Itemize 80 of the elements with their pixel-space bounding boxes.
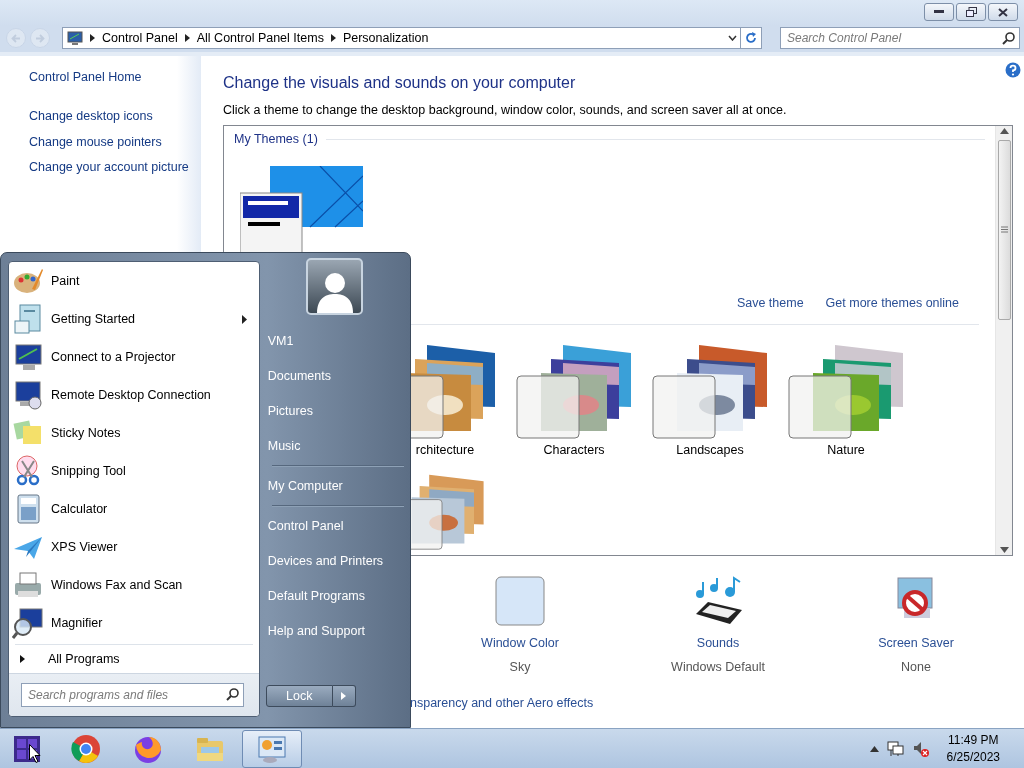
monitor-icon	[12, 341, 44, 373]
setting-link[interactable]: Screen Saver	[878, 633, 954, 653]
program-item[interactable]: Calculator	[9, 490, 259, 528]
theme-name[interactable]: Nature	[827, 441, 865, 460]
minimize-button[interactable]	[924, 3, 954, 21]
start-menu-link[interactable]: My Computer	[259, 469, 410, 504]
search-field[interactable]: Search programs and files	[21, 683, 244, 707]
start-menu-link[interactable]: Control Panel	[259, 509, 410, 544]
left-arrow-icon	[11, 33, 21, 43]
sidebar-link[interactable]: Change your account picture	[29, 158, 201, 177]
breadcrumb[interactable]: Personalization	[342, 28, 429, 48]
sidebar-link[interactable]: Control Panel Home	[29, 68, 201, 87]
scroll-down-icon[interactable]	[999, 546, 1009, 553]
close-icon	[998, 7, 1008, 17]
chevron-icon	[184, 34, 190, 42]
program-item[interactable]: XPS Viewer	[9, 528, 259, 566]
search-icon	[1002, 32, 1015, 45]
chevron-icon	[90, 34, 95, 42]
grip-icon	[1000, 226, 1008, 234]
sidebar-link[interactable]: Change mouse pointers	[29, 132, 201, 152]
search-field[interactable]: Search Control Panel	[780, 27, 1020, 49]
monitor-icon	[12, 379, 44, 411]
program-item[interactable]: Connect to a Projector	[9, 338, 259, 376]
group-title: My Themes (1)	[234, 130, 318, 148]
expand-arrow-icon	[20, 655, 25, 663]
all-programs-item[interactable]: All Programs	[9, 645, 259, 673]
shutdown-options-button[interactable]	[332, 685, 356, 707]
program-item[interactable]: Getting Started	[9, 300, 259, 338]
description: Click a theme to change the desktop background, window color, sounds, and screen saver all at once.	[223, 102, 788, 119]
program-item[interactable]: Remote Desktop Connection	[9, 376, 259, 414]
theme-link[interactable]: Get more themes online	[825, 293, 959, 313]
color-swatch-icon	[495, 575, 545, 626]
start-menu-link[interactable]: Devices and Printers	[259, 544, 410, 579]
scroll-thumb[interactable]	[997, 139, 1011, 320]
theme-name[interactable]: Landscapes	[676, 441, 744, 460]
breadcrumb[interactable]: Control Panel	[102, 28, 178, 48]
theme-name[interactable]: Characters	[543, 441, 605, 460]
setting-link[interactable]: Sounds	[696, 633, 740, 653]
monitor-icon	[67, 30, 83, 46]
minimize-icon	[934, 10, 944, 14]
muted-speaker-icon[interactable]	[912, 740, 929, 757]
sidebar-link[interactable]: Change desktop icons	[29, 106, 201, 126]
setting-value: None	[901, 658, 931, 676]
scrollbar[interactable]	[995, 125, 1012, 555]
address-bar[interactable]: Control Panel All Control Panel Items Personalization	[62, 27, 741, 49]
taskbar-button[interactable]	[242, 729, 302, 768]
clock-date[interactable]: 6/25/2023	[946, 748, 1000, 766]
right-arrow-icon	[341, 692, 347, 700]
clock-time[interactable]: 11:49 PM	[948, 731, 999, 749]
program-item[interactable]: Magnifier	[9, 604, 259, 642]
document-icon	[12, 303, 44, 335]
start-menu-link[interactable]: Help and Support	[259, 614, 410, 649]
browser-icon	[70, 732, 102, 765]
network-icon[interactable]	[886, 740, 905, 757]
show-hidden-icons-icon[interactable]	[869, 745, 879, 752]
magnifier-icon	[12, 607, 44, 639]
setting-link[interactable]: Window Color	[481, 633, 559, 653]
breadcrumb[interactable]: All Control Panel Items	[196, 28, 324, 48]
start-menu-link[interactable]: Default Programs	[259, 579, 410, 614]
refresh-button[interactable]	[740, 27, 762, 49]
scroll-up-icon[interactable]	[999, 127, 1009, 134]
mouse-cursor-icon	[29, 744, 41, 763]
close-button[interactable]	[988, 3, 1018, 21]
dropdown-caret-icon[interactable]	[728, 35, 737, 41]
restore-icon	[965, 7, 977, 17]
page-heading: Change the visuals and sounds on your computer	[223, 73, 577, 93]
chevron-icon	[330, 34, 336, 42]
program-item[interactable]: Paint	[9, 262, 259, 300]
help-icon[interactable]	[1005, 62, 1021, 78]
program-item[interactable]: Snipping Tool	[9, 452, 259, 490]
aero-link[interactable]: nsparency and other Aero effects	[410, 694, 594, 713]
restore-button[interactable]	[956, 3, 986, 21]
refresh-icon	[745, 32, 757, 44]
search-icon	[225, 688, 239, 701]
program-item[interactable]: Windows Fax and Scan	[9, 566, 259, 604]
setting-value: Sky	[509, 658, 531, 676]
theme-link[interactable]: Save theme	[736, 293, 804, 313]
program-item[interactable]: Sticky Notes	[9, 414, 259, 452]
right-arrow-icon	[35, 33, 45, 43]
setting-value: Windows Default	[671, 658, 765, 676]
